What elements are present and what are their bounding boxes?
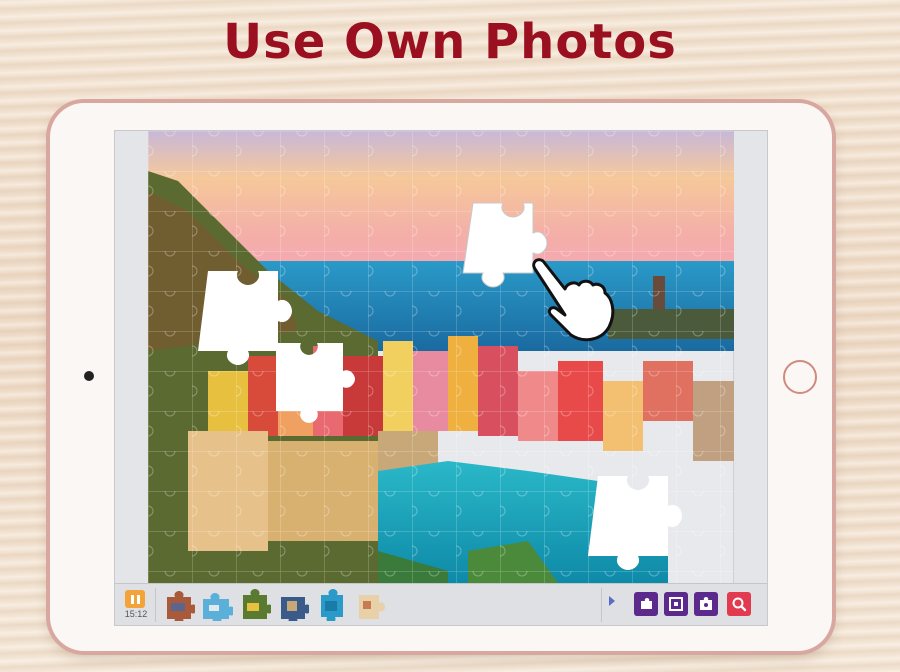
puzzle-piece-6[interactable] — [353, 589, 385, 621]
search-button[interactable] — [727, 592, 751, 616]
ghost-image-icon — [700, 597, 712, 610]
game-screen: 15:12 — [114, 130, 768, 626]
puzzle-piece-2[interactable] — [201, 589, 233, 621]
left-rail — [115, 131, 149, 583]
right-rail — [733, 131, 767, 583]
timer-label: 15:12 — [124, 609, 148, 619]
bottom-toolbar: 15:12 — [115, 583, 767, 625]
pause-icon — [130, 594, 134, 604]
puzzle-piece-4[interactable] — [277, 589, 309, 621]
ghost-image-button[interactable] — [694, 592, 718, 616]
piece-tray[interactable] — [163, 589, 385, 621]
home-button[interactable] — [783, 360, 817, 394]
puzzle-piece-5[interactable] — [315, 589, 347, 621]
puzzle-piece-3[interactable] — [239, 589, 271, 621]
sort-pieces-button[interactable] — [634, 592, 658, 616]
headline-title: Use Own Photos — [223, 14, 677, 70]
edge-pieces-icon — [669, 597, 683, 611]
edge-pieces-button[interactable] — [664, 592, 688, 616]
puzzle-piece-1[interactable] — [163, 589, 195, 621]
puzzle-board[interactable] — [148, 131, 734, 583]
sort-pieces-icon — [641, 598, 652, 609]
pause-button[interactable] — [125, 590, 145, 608]
search-icon — [732, 597, 747, 612]
camera-dot — [84, 371, 94, 381]
tray-scroll-arrow[interactable] — [609, 596, 615, 606]
tablet-frame: 15:12 — [50, 103, 832, 651]
